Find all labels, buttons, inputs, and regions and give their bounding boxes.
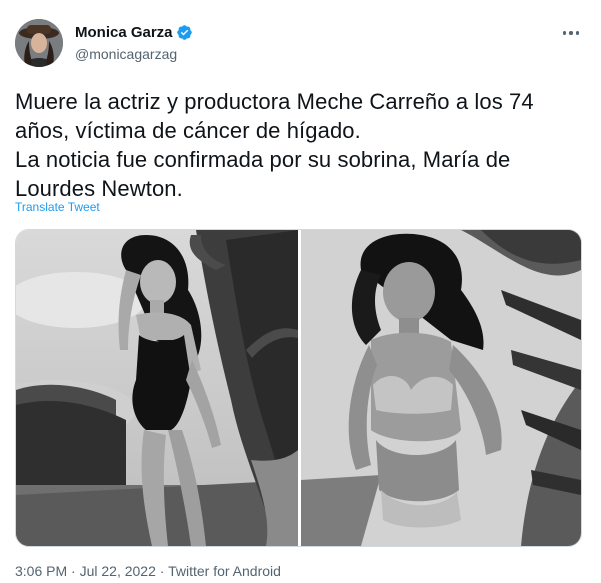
tweet-text-line: Muere la actriz y productora Meche Carre…	[15, 89, 534, 114]
media-grid	[15, 229, 582, 547]
more-options-button[interactable]	[556, 22, 586, 44]
more-dot-icon	[569, 31, 573, 35]
author-handle[interactable]: @monicagarzag	[75, 46, 177, 62]
author-name-row[interactable]: Monica Garza	[75, 24, 193, 41]
tweet-source[interactable]: Twitter for Android	[168, 563, 281, 579]
photo-right[interactable]	[301, 230, 581, 546]
verified-badge-icon	[176, 25, 192, 40]
tweet-date[interactable]: Jul 22, 2022	[80, 563, 156, 579]
photo-left[interactable]	[16, 230, 298, 546]
author-avatar[interactable]	[15, 19, 63, 67]
more-dot-icon	[562, 31, 567, 35]
tweet-text-line: Lourdes Newton.	[15, 176, 183, 201]
meta-separator: ·	[155, 563, 169, 579]
tweet-text-line: años, víctima de cáncer de hígado.	[15, 118, 361, 143]
tweet-text: Muere la actriz y productora Meche Carre…	[15, 87, 585, 203]
tweet-time[interactable]: 3:06 PM	[15, 563, 67, 579]
photo-left-image-icon	[16, 230, 298, 546]
translate-tweet-link[interactable]: Translate Tweet	[15, 200, 100, 214]
photo-right-image-icon	[301, 230, 581, 546]
tweet-metadata: 3:06 PM · Jul 22, 2022 · Twitter for And…	[15, 563, 281, 579]
author-display-name[interactable]: Monica Garza	[75, 24, 173, 41]
tweet-card: Monica Garza @monicagarzag Muere la actr…	[0, 0, 601, 583]
meta-separator: ·	[67, 563, 80, 579]
avatar-photo-icon	[15, 19, 63, 67]
tweet-text-line: La noticia fue confirmada por su sobrina…	[15, 147, 511, 172]
more-dot-icon	[575, 31, 580, 35]
